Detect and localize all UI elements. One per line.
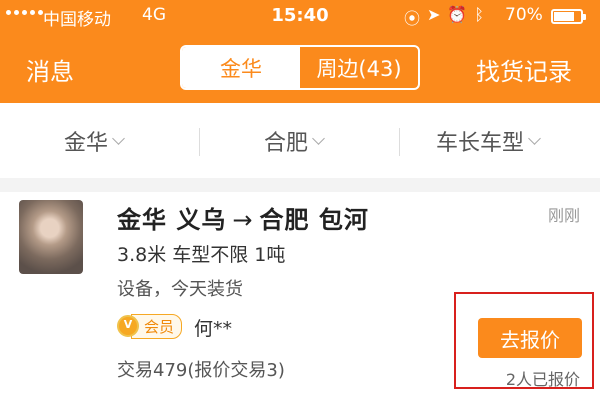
cargo-listing-card[interactable]: 金华 义乌→合肥 包河 刚刚 3.8米 车型不限 1吨 设备，今天装货 会员 何…	[0, 192, 600, 400]
filter-bar: 金华 合肥 车长车型	[0, 103, 600, 179]
cargo-description: 设备，今天装货	[117, 279, 243, 300]
location-segmented-control: 金华 周边(43)	[180, 45, 420, 90]
app-header: 中国移动 4G 15:40 ⦿ ➤ ⏰ ᛒ 70% 消息 金华 周边(43) 找…	[0, 0, 600, 103]
filter-vehicle[interactable]: 车长车型	[436, 125, 541, 157]
screen-lock-icon: ⦿	[404, 9, 421, 28]
location-icon: ➤	[427, 5, 441, 24]
cargo-spec: 3.8米 车型不限 1吨	[117, 244, 286, 266]
route-destination: 合肥 包河	[259, 206, 369, 234]
battery-icon	[551, 9, 586, 24]
chevron-down-icon	[312, 131, 325, 145]
status-icons: ⦿ ➤ ⏰ ᛒ	[404, 5, 484, 29]
filter-vehicle-label: 车长车型	[436, 131, 525, 156]
quoted-count: 2人已报价	[505, 370, 580, 389]
quote-button[interactable]: 去报价	[478, 318, 582, 358]
filter-destination-label: 合肥	[264, 131, 309, 156]
member-badge: 会员	[117, 313, 183, 339]
route-origin: 金华 义乌	[117, 206, 227, 234]
divider	[399, 128, 400, 156]
avatar	[19, 200, 83, 274]
posted-time: 刚刚	[547, 206, 580, 225]
messages-button[interactable]: 消息	[26, 52, 74, 87]
status-bar: 中国移动 4G 15:40 ⦿ ➤ ⏰ ᛒ 70%	[0, 0, 600, 32]
section-gap	[0, 178, 600, 192]
chevron-down-icon	[112, 131, 125, 145]
divider	[199, 128, 200, 156]
battery-percent: 70%	[505, 5, 543, 25]
shipper-name: 何**	[194, 318, 233, 340]
tab-jinhua[interactable]: 金华	[182, 47, 300, 88]
medal-icon	[117, 315, 139, 337]
route: 金华 义乌 → 合肥 包河	[117, 200, 369, 235]
trade-count: 交易479(报价交易3)	[117, 360, 285, 381]
chevron-down-icon	[528, 131, 541, 145]
filter-origin-label: 金华	[64, 131, 109, 156]
arrow-right-icon: →	[232, 206, 254, 234]
bluetooth-icon: ᛒ	[474, 5, 484, 24]
battery-fill	[554, 12, 574, 21]
filter-origin[interactable]: 金华	[64, 125, 125, 157]
search-history-button[interactable]: 找货记录	[476, 52, 572, 87]
alarm-icon: ⏰	[447, 5, 468, 24]
filter-destination[interactable]: 合肥	[264, 125, 325, 157]
tab-nearby[interactable]: 周边(43)	[300, 47, 418, 88]
